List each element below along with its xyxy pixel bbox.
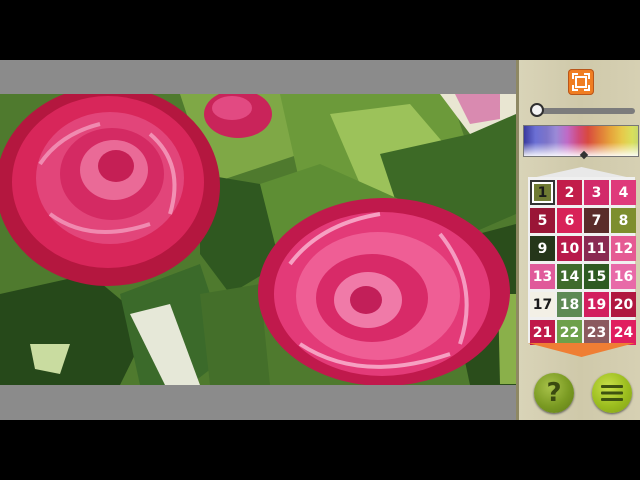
palette-grid: 1 2 3 4 5 6 7 8 9 10 11 12 13 14 15 16 17 18 19 20 21 22 23 24	[528, 177, 636, 345]
palette-swatch-11[interactable]: 11	[584, 236, 609, 261]
palette-scroll-down-tab[interactable]	[528, 343, 635, 357]
palette-swatch-16[interactable]: 16	[611, 264, 636, 289]
palette-swatch-15[interactable]: 15	[584, 264, 609, 289]
palette-swatch-20[interactable]: 20	[611, 292, 636, 317]
palette-swatch-24[interactable]: 24	[611, 320, 636, 345]
palette-swatch-22[interactable]: 22	[557, 320, 582, 345]
color-palette: 1 2 3 4 5 6 7 8 9 10 11 12 13 14 15 16 17 18 19 20 21 22 23 24	[528, 167, 636, 357]
palette-swatch-1[interactable]: 1	[530, 180, 555, 205]
palette-swatch-6[interactable]: 6	[557, 208, 582, 233]
palette-swatch-12[interactable]: 12	[611, 236, 636, 261]
canvas-area[interactable]	[0, 60, 516, 420]
zoom-slider-track[interactable]	[537, 108, 635, 114]
canvas-margin-bottom	[0, 385, 516, 420]
palette-swatch-17[interactable]: 17	[530, 292, 555, 317]
palette-swatch-21[interactable]: 21	[530, 320, 555, 345]
palette-swatch-9[interactable]: 9	[530, 236, 555, 261]
tool-panel: 1 2 3 4 5 6 7 8 9 10 11 12 13 14 15 16 17 18 19 20 21 22 23 24 …	[516, 60, 640, 420]
letterbox-top	[0, 0, 640, 60]
palette-swatch-2[interactable]: 2	[557, 180, 582, 205]
help-label: ?	[546, 378, 562, 408]
palette-swatch-18[interactable]: 18	[557, 292, 582, 317]
painting-image[interactable]	[0, 94, 516, 385]
palette-swatch-7[interactable]: 7	[584, 208, 609, 233]
palette-swatch-23[interactable]: 23	[584, 320, 609, 345]
help-button[interactable]: ?	[534, 373, 574, 413]
menu-icon	[601, 385, 623, 401]
fit-screen-button[interactable]	[568, 69, 594, 95]
zoom-slider-thumb[interactable]	[530, 103, 544, 117]
palette-swatch-14[interactable]: 14	[557, 264, 582, 289]
painting-canvas[interactable]	[0, 94, 516, 385]
palette-swatch-5[interactable]: 5	[530, 208, 555, 233]
palette-swatch-8[interactable]: 8	[611, 208, 636, 233]
palette-swatch-4[interactable]: 4	[611, 180, 636, 205]
palette-scroll-up-tab[interactable]	[536, 167, 627, 177]
letterbox-bottom	[0, 420, 640, 480]
palette-swatch-19[interactable]: 19	[584, 292, 609, 317]
palette-swatch-13[interactable]: 13	[530, 264, 555, 289]
palette-swatch-10[interactable]: 10	[557, 236, 582, 261]
canvas-margin-top	[0, 60, 516, 94]
fit-screen-icon	[572, 73, 590, 91]
menu-button[interactable]	[592, 373, 632, 413]
palette-swatch-3[interactable]: 3	[584, 180, 609, 205]
